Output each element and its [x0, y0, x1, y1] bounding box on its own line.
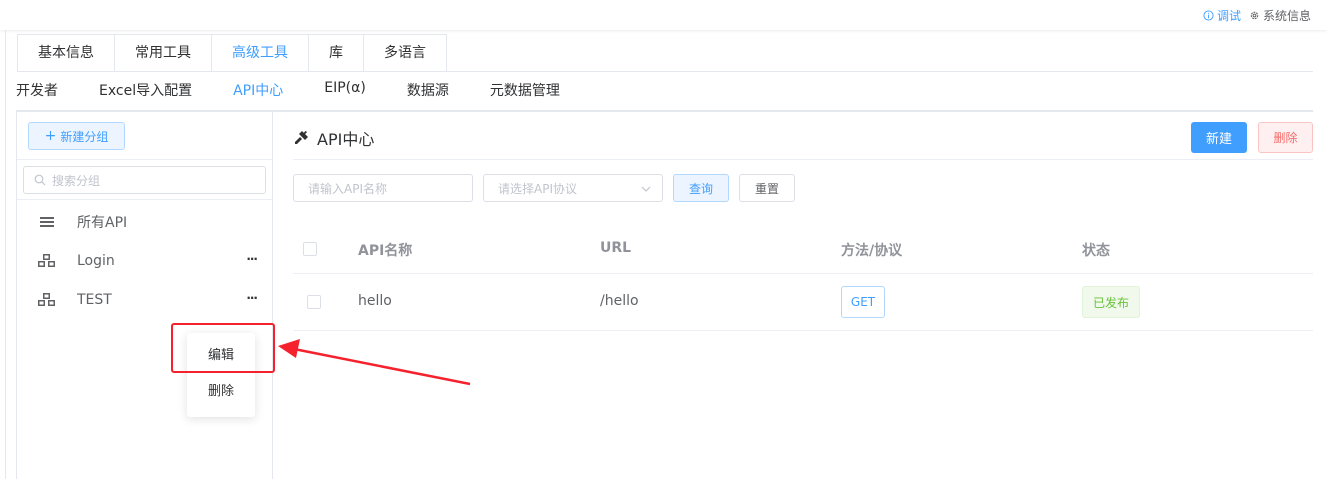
menu-item-delete[interactable]: 删除 — [187, 380, 255, 399]
api-protocol-placeholder: 请选择API协议 — [498, 181, 577, 196]
main-divider — [293, 159, 1313, 160]
chevron-down-icon — [641, 186, 651, 192]
tab-library[interactable]: 库 — [309, 35, 364, 72]
debug-label: 调试 — [1216, 9, 1241, 23]
tab-metadata[interactable]: 元数据管理 — [490, 80, 560, 110]
column-header-name: API名称 — [358, 243, 413, 259]
column-header-status: 状态 — [1082, 243, 1110, 259]
debug-link[interactable]: 调试 — [1203, 7, 1241, 24]
tab-multilanguage[interactable]: 多语言 — [364, 35, 446, 72]
page-title-text: API中心 — [317, 130, 375, 149]
new-group-label: 新建分组 — [60, 129, 109, 144]
select-all-checkbox[interactable] — [303, 242, 317, 256]
left-border — [5, 30, 6, 479]
table-header-divider — [293, 273, 1313, 274]
gear-icon — [1250, 11, 1259, 20]
new-group-button[interactable]: + 新建分组 — [28, 122, 125, 150]
secondary-tabs: 开发者 Excel导入配置 API中心 EIP(α) 数据源 元数据管理 — [16, 80, 601, 112]
new-api-button[interactable]: 新建 — [1191, 122, 1247, 153]
row-checkbox[interactable] — [307, 295, 321, 309]
sidebar-item-login[interactable]: Login ··· — [37, 250, 258, 272]
sidebar-divider-2 — [17, 199, 272, 200]
tab-developer[interactable]: 开发者 — [16, 80, 58, 110]
list-icon — [37, 216, 57, 228]
cubes-icon — [37, 292, 57, 308]
sidebar-item-label: Login — [77, 253, 115, 269]
group-sidebar: + 新建分组 搜索分组 所有API Login ··· TEST ··· — [16, 112, 273, 479]
sidebar-item-label: 所有API — [77, 215, 128, 231]
column-header-method: 方法/协议 — [841, 243, 903, 259]
tab-api-center[interactable]: API中心 — [232, 80, 285, 112]
api-name-cell: hello — [358, 293, 392, 309]
group-search-input[interactable]: 搜索分组 — [23, 166, 266, 194]
more-icon[interactable]: ··· — [246, 291, 258, 305]
more-icon[interactable]: ··· — [246, 252, 258, 266]
tab-basic-info[interactable]: 基本信息 — [18, 35, 115, 72]
api-name-placeholder: 请输入API名称 — [308, 181, 387, 196]
table-row-divider — [293, 330, 1313, 331]
info-icon — [1203, 10, 1214, 21]
tab-eip[interactable]: EIP(α) — [324, 80, 366, 110]
primary-tabs: 基本信息 常用工具 高级工具 库 多语言 — [17, 34, 447, 72]
status-badge: 已发布 — [1082, 286, 1140, 318]
api-name-input[interactable]: 请输入API名称 — [293, 174, 473, 202]
sidebar-item-label: TEST — [77, 292, 112, 308]
group-search-placeholder: 搜索分组 — [52, 173, 101, 188]
delete-api-button[interactable]: 删除 — [1258, 122, 1313, 153]
plus-icon: + — [44, 128, 57, 144]
tab-datasource[interactable]: 数据源 — [407, 80, 449, 110]
sidebar-divider — [17, 159, 272, 160]
system-info-label: 系统信息 — [1262, 9, 1311, 23]
column-header-url: URL — [600, 240, 632, 256]
sidebar-item-test[interactable]: TEST ··· — [37, 289, 258, 311]
tab-advanced-tools[interactable]: 高级工具 — [212, 35, 309, 72]
top-bar: 调试 系统信息 — [0, 0, 1327, 30]
primary-tabs-divider — [17, 71, 1313, 72]
sidebar-item-all-api[interactable]: 所有API — [37, 211, 257, 233]
system-info-link[interactable]: 系统信息 — [1249, 7, 1311, 24]
top-bar-actions: 调试 系统信息 — [1203, 7, 1311, 24]
highlight-box — [171, 323, 275, 373]
annotation-arrow-icon — [278, 339, 471, 386]
api-url-cell: /hello — [600, 293, 639, 309]
page-title: API中心 — [293, 126, 374, 150]
api-protocol-select[interactable]: 请选择API协议 — [483, 174, 663, 202]
reset-button[interactable]: 重置 — [739, 174, 795, 202]
search-icon — [34, 174, 46, 186]
plug-icon — [295, 130, 308, 144]
tab-excel-import[interactable]: Excel导入配置 — [99, 80, 192, 110]
tab-common-tools[interactable]: 常用工具 — [115, 35, 212, 72]
method-tag: GET — [841, 286, 885, 318]
query-button[interactable]: 查询 — [673, 174, 729, 202]
cubes-icon — [37, 253, 57, 269]
